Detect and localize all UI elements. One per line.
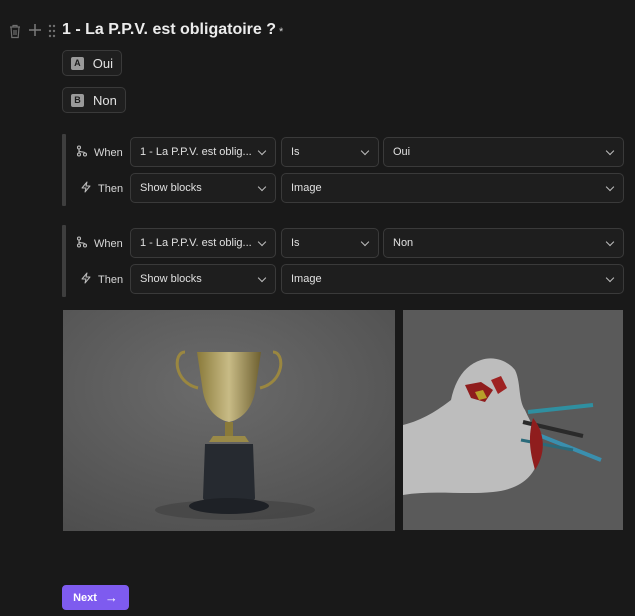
trophy-image[interactable] — [63, 310, 395, 531]
rule-1-operator-value: Is — [291, 146, 300, 158]
rule-1-when-more-icon[interactable]: ⋮ — [630, 145, 635, 159]
choice-a-letter: A — [71, 56, 84, 70]
rule-2-target-value: Image — [291, 273, 322, 285]
rule-2-action-value: Show blocks — [140, 273, 202, 285]
rule-2-target-select[interactable]: Image — [281, 264, 624, 294]
choice-b[interactable]: B Non — [62, 87, 126, 113]
lightning-icon — [78, 272, 94, 287]
rule-2-action-select[interactable]: Show blocks — [130, 264, 276, 294]
choice-a[interactable]: A Oui — [62, 50, 122, 76]
rule-2-then-label: Then — [78, 272, 123, 287]
rule-1-then-label: Then — [78, 181, 123, 196]
arrow-right-icon: → — [104, 590, 118, 605]
trophy-illustration — [63, 310, 395, 531]
lightning-icon — [78, 181, 94, 196]
chevron-down-icon — [606, 148, 614, 156]
required-marker: * — [279, 26, 284, 38]
choice-b-label: Non — [93, 92, 117, 108]
choice-b-letter: B — [71, 93, 84, 107]
next-button-label: Next — [73, 591, 97, 604]
choice-a-label: Oui — [92, 55, 113, 71]
rule-1-action-select[interactable]: Show blocks — [130, 173, 276, 203]
rule-2-field-select[interactable]: 1 - La P.P.V. est oblig... — [130, 228, 276, 258]
rule-2-indicator — [62, 225, 66, 297]
rule-2-operator-value: Is — [291, 237, 300, 249]
drag-handle-icon[interactable] — [48, 24, 56, 41]
chevron-down-icon — [606, 239, 614, 247]
rule-2-field-value: 1 - La P.P.V. est oblig... — [140, 237, 252, 249]
chevron-down-icon — [361, 239, 369, 247]
rule-2-value-select[interactable]: Non — [383, 228, 624, 258]
chevron-down-icon — [258, 184, 266, 192]
chevron-down-icon — [258, 148, 266, 156]
chevron-down-icon — [361, 148, 369, 156]
rule-2-value-value: Non — [393, 237, 414, 249]
rule-2-when-more-icon[interactable]: ⋮ — [630, 236, 635, 250]
hand-nails-image[interactable] — [403, 310, 623, 530]
rule-1-value-value: Oui — [393, 146, 411, 158]
add-icon[interactable] — [28, 22, 42, 41]
chevron-down-icon — [258, 239, 266, 247]
rule-1-value-select[interactable]: Oui — [383, 137, 624, 167]
chevron-down-icon — [606, 275, 614, 283]
chevron-down-icon — [606, 184, 614, 192]
rule-1-indicator — [62, 134, 66, 206]
branch-icon — [74, 236, 90, 251]
delete-icon[interactable] — [8, 24, 22, 42]
rule-1-when-label: When — [74, 145, 123, 160]
next-button[interactable]: Next → — [62, 585, 129, 610]
rule-1-field-select[interactable]: 1 - La P.P.V. est oblig... — [130, 137, 276, 167]
rule-1-action-value: Show blocks — [140, 182, 202, 194]
rule-1-field-value: 1 - La P.P.V. est oblig... — [140, 146, 252, 158]
hand-nails-illustration — [403, 310, 623, 530]
rule-1-then-text: Then — [98, 182, 124, 195]
rule-2-then-text: Then — [98, 273, 124, 286]
rule-1-target-select[interactable]: Image — [281, 173, 624, 203]
chevron-down-icon — [258, 275, 266, 283]
rule-2-operator-select[interactable]: Is — [281, 228, 379, 258]
branch-icon — [74, 145, 90, 160]
question-title[interactable]: 1 - La P.P.V. est obligatoire ? — [62, 21, 276, 39]
rule-2-when-text: When — [94, 237, 123, 250]
rule-2-when-label: When — [74, 236, 123, 251]
rule-1-target-value: Image — [291, 182, 322, 194]
rule-1-when-text: When — [94, 146, 123, 159]
rule-1-then-more-icon[interactable]: ⋮ — [630, 181, 635, 195]
rule-1-operator-select[interactable]: Is — [281, 137, 379, 167]
rule-2-then-more-icon[interactable]: ⋮ — [630, 272, 635, 286]
